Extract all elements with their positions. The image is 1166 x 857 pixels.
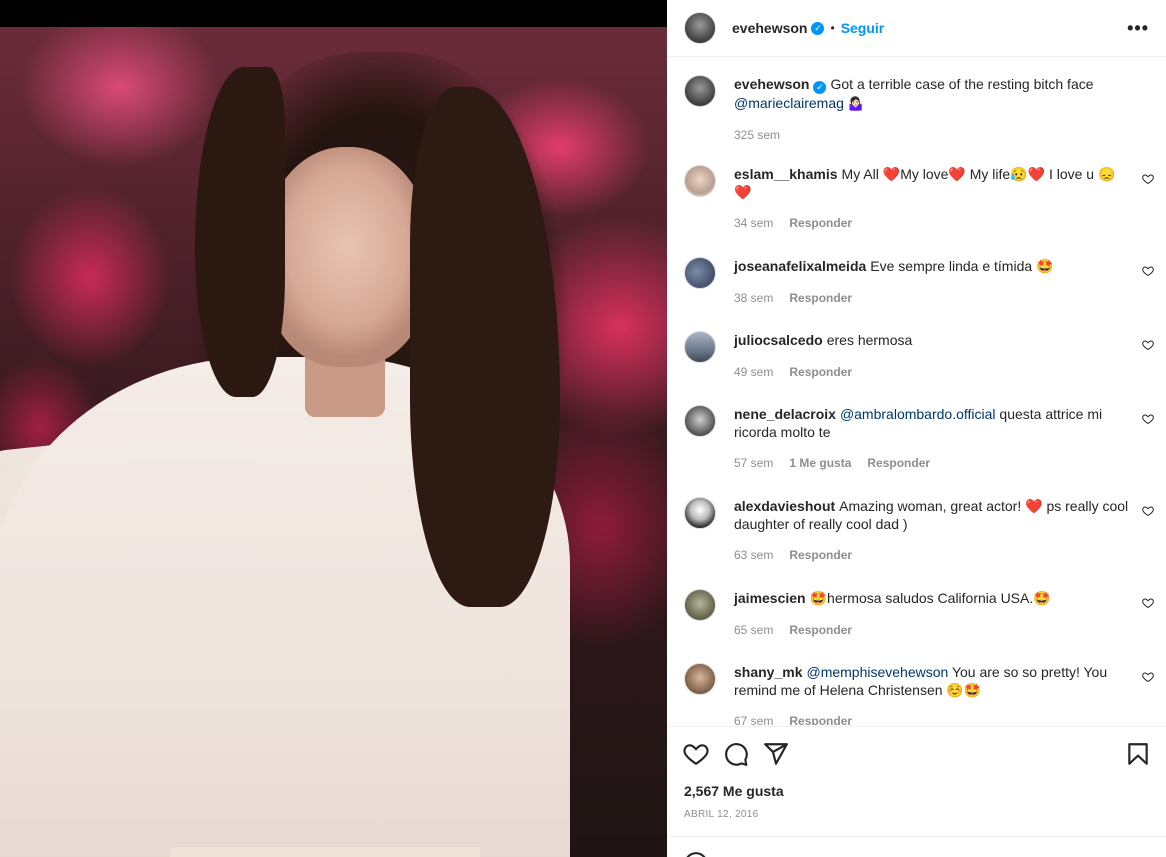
comment-item: juliocsalcedo eres hermosa 49 sem Responde… xyxy=(684,331,1154,381)
owner-name-row: evehewson ✓ • Seguir xyxy=(732,20,884,36)
comment-time[interactable]: 63 sem xyxy=(734,546,773,564)
verified-badge-icon: ✓ xyxy=(811,21,825,35)
post-photo[interactable] xyxy=(0,27,667,857)
comment-bubble-icon[interactable] xyxy=(723,741,749,767)
share-send-icon[interactable] xyxy=(763,741,789,767)
comment-username[interactable]: shany_mk xyxy=(734,664,802,680)
photo-skirt xyxy=(170,847,480,857)
caption-item: evehewson ✓ Got a terrible case of the res… xyxy=(684,75,1154,144)
photo-hair-front-left xyxy=(195,67,285,397)
comment-item: nene_delacroix @ambralombardo.official qu… xyxy=(684,405,1154,472)
comment-avatar[interactable] xyxy=(684,405,716,437)
like-comment-heart-icon[interactable] xyxy=(1142,413,1154,425)
comment-avatar[interactable] xyxy=(684,497,716,529)
comment-time[interactable]: 65 sem xyxy=(734,621,773,639)
photo-face xyxy=(262,147,432,367)
reply-button[interactable]: Responder xyxy=(867,454,930,472)
caption-username[interactable]: evehewson xyxy=(734,76,809,92)
more-options-icon[interactable]: ••• xyxy=(1127,19,1149,37)
caption-text: Got a terrible case of the resting bitch… xyxy=(830,76,1094,92)
comment-text-continuation: ❤️ xyxy=(734,184,752,200)
caption-mention[interactable]: @marieclairemag xyxy=(734,95,844,111)
comment-time[interactable]: 34 sem xyxy=(734,214,773,232)
comment-username[interactable]: eslam__khamis xyxy=(734,166,838,182)
comment-username[interactable]: jaimescien xyxy=(734,590,806,606)
like-comment-heart-icon[interactable] xyxy=(1142,265,1154,277)
emoji-smiley-icon[interactable] xyxy=(683,851,709,857)
reply-button[interactable]: Responder xyxy=(789,712,852,725)
like-comment-heart-icon[interactable] xyxy=(1142,173,1154,185)
comment-avatar[interactable] xyxy=(684,165,716,197)
like-heart-icon[interactable] xyxy=(683,741,709,767)
comment-username[interactable]: alexdavieshout xyxy=(734,498,835,514)
comment-time[interactable]: 67 sem xyxy=(734,712,773,725)
comment-likes-count[interactable]: 1 Me gusta xyxy=(789,454,851,472)
follow-button[interactable]: Seguir xyxy=(841,20,885,36)
comment-avatar[interactable] xyxy=(684,663,716,695)
verified-badge-icon: ✓ xyxy=(813,81,827,94)
reply-button[interactable]: Responder xyxy=(789,363,852,381)
comment-mention[interactable]: @ambralombardo.official xyxy=(840,406,996,422)
save-bookmark-icon[interactable] xyxy=(1125,741,1151,767)
comment-avatar[interactable] xyxy=(684,331,716,363)
comment-username[interactable]: nene_delacroix xyxy=(734,406,836,422)
comment-username[interactable]: joseanafelixalmeida xyxy=(734,258,866,274)
like-comment-heart-icon[interactable] xyxy=(1142,671,1154,683)
owner-avatar[interactable] xyxy=(684,12,716,44)
owner-username[interactable]: evehewson xyxy=(732,20,807,36)
post-header: evehewson ✓ • Seguir ••• xyxy=(667,0,1166,57)
comments-list[interactable]: evehewson ✓ Got a terrible case of the res… xyxy=(667,58,1166,725)
reply-button[interactable]: Responder xyxy=(789,289,852,307)
separator-dot: • xyxy=(830,21,835,35)
comment-text: 🤩hermosa saludos California USA.🤩 xyxy=(809,590,1051,606)
reply-button[interactable]: Responder xyxy=(789,546,852,564)
comment-item: alexdavieshout Amazing woman, great actor… xyxy=(684,497,1154,564)
post-side-panel: evehewson ✓ • Seguir ••• evehewson ✓ Got a… xyxy=(667,0,1166,857)
caption-avatar[interactable] xyxy=(684,75,716,107)
like-comment-heart-icon[interactable] xyxy=(1142,597,1154,609)
comment-item: shany_mk @memphisevehewson You are so so … xyxy=(684,663,1154,725)
post-photo-panel xyxy=(0,0,667,857)
comment-mention[interactable]: @memphisevehewson xyxy=(806,664,948,680)
comment-text: eres hermosa xyxy=(826,332,913,348)
comment-avatar[interactable] xyxy=(684,589,716,621)
comment-item: joseanafelixalmeida Eve sempre linda e tí… xyxy=(684,257,1154,307)
comment-text: My All ❤️My love❤️ My life😥❤️ I love u 😞 xyxy=(841,166,1116,182)
caption-time[interactable]: 325 sem xyxy=(734,126,780,144)
post-date[interactable]: ABRIL 12, 2016 xyxy=(684,809,758,820)
like-comment-heart-icon[interactable] xyxy=(1142,339,1154,351)
comment-time[interactable]: 49 sem xyxy=(734,363,773,381)
comment-item: jaimescien 🤩hermosa saludos California US… xyxy=(684,589,1154,639)
reply-button[interactable]: Responder xyxy=(789,621,852,639)
comment-time[interactable]: 38 sem xyxy=(734,289,773,307)
comment-time[interactable]: 57 sem xyxy=(734,454,773,472)
comment-text: Eve sempre linda e tímida 🤩 xyxy=(870,258,1054,274)
caption-emoji: 🤷🏻‍♀️ xyxy=(847,96,864,111)
comment-avatar[interactable] xyxy=(684,257,716,289)
post-actions: 2,567 Me gusta ABRIL 12, 2016 xyxy=(667,726,1166,836)
comment-username[interactable]: juliocsalcedo xyxy=(734,332,823,348)
add-comment-bar[interactable] xyxy=(667,836,1166,857)
comment-item: eslam__khamis My All ❤️My love❤️ My life😥… xyxy=(684,165,1154,232)
likes-count[interactable]: 2,567 Me gusta xyxy=(684,783,784,799)
reply-button[interactable]: Responder xyxy=(789,214,852,232)
like-comment-heart-icon[interactable] xyxy=(1142,505,1154,517)
action-icons-row xyxy=(683,741,1151,767)
